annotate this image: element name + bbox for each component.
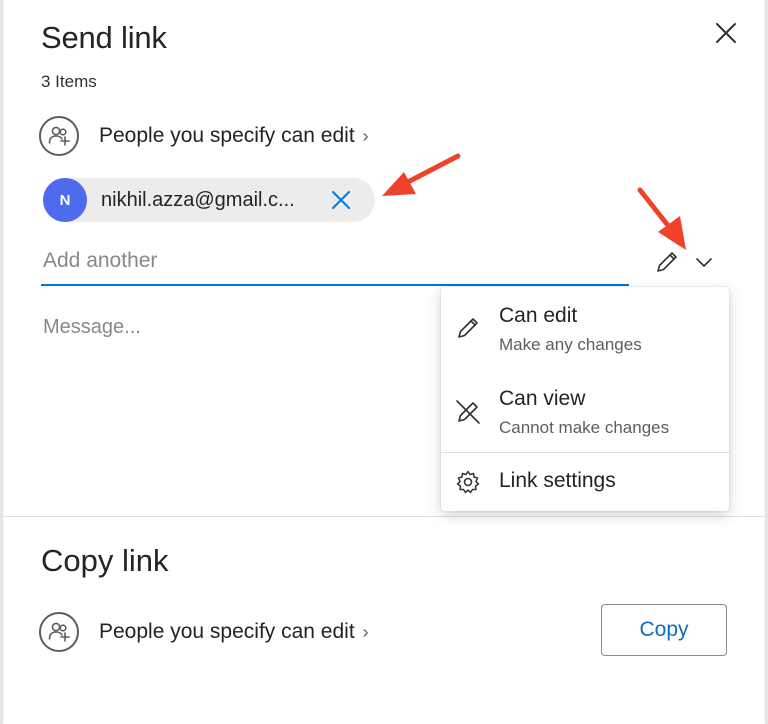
copy-link-title: Copy link (41, 543, 169, 578)
remove-recipient-button[interactable] (325, 184, 357, 216)
menu-item-can-edit[interactable]: Can edit Make any changes (441, 287, 729, 370)
gear-icon (453, 467, 483, 497)
recipient-avatar: N (43, 178, 87, 222)
chevron-right-icon: › (362, 125, 369, 146)
recipient-email: nikhil.azza@gmail.c... (101, 188, 295, 211)
menu-item-label: Link settings (499, 469, 616, 492)
menu-item-label: Can edit (499, 304, 578, 327)
pencil-slash-icon (453, 397, 483, 427)
annotation-arrow-icon (382, 153, 461, 196)
send-link-permission-text: People you specify can edit (99, 124, 355, 147)
copy-link-permission-text: People you specify can edit (99, 620, 355, 643)
menu-item-description: Make any changes (499, 335, 642, 354)
recipient-chip: N nikhil.azza@gmail.c... (43, 178, 375, 222)
close-icon (716, 23, 736, 43)
people-add-icon (39, 612, 79, 652)
section-divider (3, 516, 765, 517)
copy-link-permission-button[interactable]: People you specify can edit › (39, 610, 369, 654)
share-dialog: Send link 3 Items People you specify can… (3, 0, 765, 724)
menu-item-can-view[interactable]: Can view Cannot make changes (441, 370, 729, 452)
close-icon (332, 191, 350, 209)
add-recipient-input[interactable] (41, 242, 629, 286)
chevron-right-icon: › (362, 621, 369, 642)
dialog-title: Send link (41, 20, 167, 55)
people-add-icon (39, 116, 79, 156)
copy-button[interactable]: Copy (601, 604, 727, 656)
chevron-down-icon (696, 258, 712, 267)
menu-item-description: Cannot make changes (499, 418, 670, 437)
send-link-permission-button[interactable]: People you specify can edit › (39, 114, 369, 158)
pencil-icon (453, 313, 483, 343)
permission-menu: Can edit Make any changes Can view Canno… (441, 287, 729, 511)
close-button[interactable] (711, 18, 741, 48)
message-field[interactable] (41, 310, 431, 480)
annotation-arrow-icon (637, 187, 686, 250)
menu-item-label: Can view (499, 387, 586, 410)
items-count: 3 Items (41, 72, 97, 91)
menu-item-link-settings[interactable]: Link settings (441, 453, 729, 511)
